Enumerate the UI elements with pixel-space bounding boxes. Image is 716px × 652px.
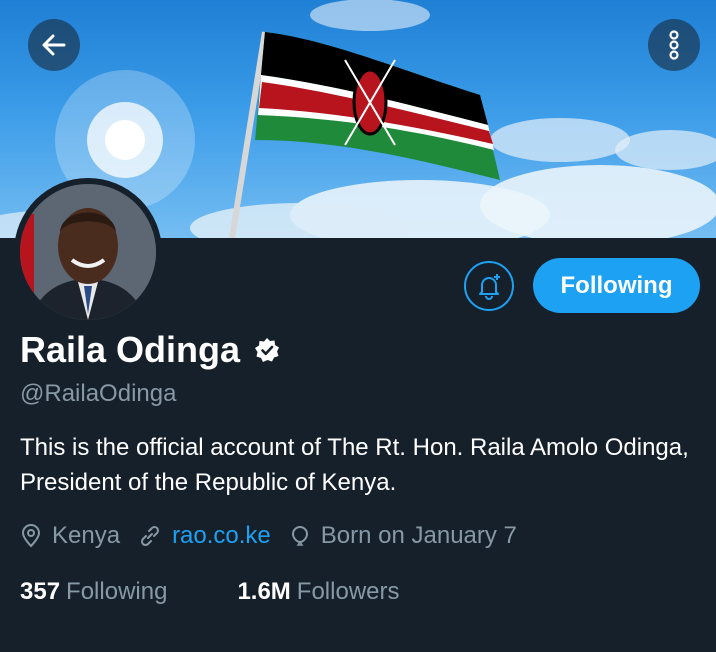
avatar[interactable] (14, 178, 162, 326)
more-options-button[interactable] (648, 19, 700, 71)
followers-stat[interactable]: 1.6M Followers (237, 578, 399, 606)
location-text: Kenya (52, 522, 121, 549)
profile-stats: 357 Following 1.6M Followers (20, 578, 470, 606)
profile-name: Raila Odinga (20, 329, 241, 370)
notifications-button[interactable] (464, 261, 514, 311)
followers-count: 1.6M (237, 578, 291, 605)
location-pin-icon (21, 524, 41, 548)
following-count: 357 (20, 578, 61, 605)
more-vertical-icon (669, 30, 679, 60)
arrow-left-icon (42, 34, 66, 56)
balloon-icon (291, 525, 308, 546)
following-stat[interactable]: 357 Following (20, 578, 167, 606)
verified-badge-icon (255, 338, 280, 362)
followers-label: Followers (296, 578, 400, 605)
following-label: Following (66, 578, 168, 605)
profile-bio: This is the official account of The Rt. … (20, 434, 689, 496)
website-link[interactable]: rao.co.ke (172, 522, 271, 550)
birthday-text: Born on January 7 (320, 522, 517, 549)
back-button[interactable] (28, 19, 80, 71)
birthday-item: Born on January 7 (289, 522, 517, 550)
profile-name-row: Raila Odinga (20, 329, 280, 371)
website-item[interactable]: rao.co.ke (138, 522, 271, 550)
location-item: Kenya (20, 522, 120, 550)
bell-plus-icon (479, 274, 500, 300)
profile-meta: Kenya rao.co.ke Born on January 7 (20, 522, 535, 550)
avatar-image (20, 184, 156, 320)
following-button[interactable]: Following (533, 258, 700, 313)
link-icon (141, 525, 160, 547)
profile-handle: @RailaOdinga (20, 380, 177, 407)
